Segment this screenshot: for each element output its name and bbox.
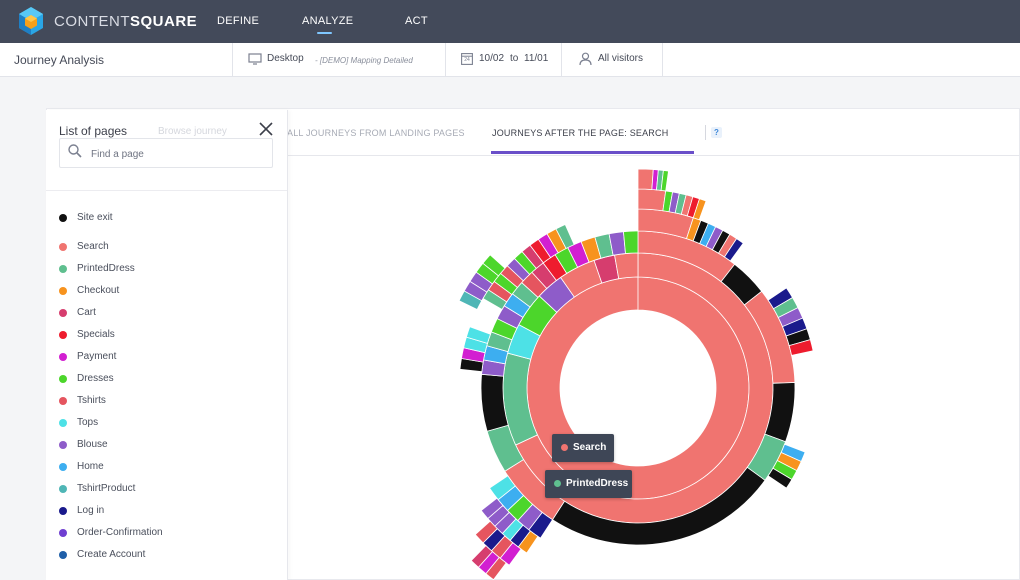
browse-journey-label: Browse journey [158, 126, 227, 137]
legend-color-dot [59, 441, 67, 449]
legend-color-dot [59, 214, 67, 222]
legend-label: Blouse [77, 439, 108, 450]
legend-color-dot [59, 529, 67, 537]
divider [445, 43, 446, 76]
calendar-icon[interactable]: 24 [461, 52, 473, 65]
tooltip-label: PrintedDress [566, 478, 629, 489]
legend-item-tshirtproduct[interactable]: TshirtProduct [59, 482, 259, 496]
divider [705, 125, 706, 140]
legend-item-cart[interactable]: Cart [59, 306, 259, 320]
page-title: Journey Analysis [14, 53, 105, 67]
contentsquare-logo-icon [19, 7, 43, 35]
legend-color-dot [59, 331, 67, 339]
legend-color-dot [59, 551, 67, 559]
legend-label: Checkout [77, 285, 120, 296]
divider [662, 43, 663, 76]
divider [46, 190, 287, 191]
legend-color-dot [59, 287, 67, 295]
legend-color-dot [59, 397, 67, 405]
legend-item-checkout[interactable]: Checkout [59, 284, 259, 298]
legend-item-dresses[interactable]: Dresses [59, 372, 259, 386]
legend-item-order-confirmation[interactable]: Order-Confirmation [59, 526, 259, 540]
date-to-word: to [510, 53, 519, 64]
user-icon [579, 52, 592, 66]
brand-name: CONTENTSQUARE [54, 13, 197, 30]
legend-item-site-exit[interactable]: Site exit [59, 211, 259, 225]
brand-name-right: SQUARE [130, 13, 198, 30]
sunburst-ring-search[interactable] [526, 276, 750, 500]
journey-tabs: ALL JOURNEYS FROM LANDING PAGES JOURNEYS… [287, 109, 1020, 156]
legend-label: Order-Confirmation [77, 527, 163, 538]
tooltip-label: Search [573, 442, 607, 453]
help-icon[interactable]: ? [711, 127, 722, 138]
legend-item-blouse[interactable]: Blouse [59, 438, 259, 452]
nav-analyze[interactable]: ANALYZE [302, 15, 353, 27]
divider [232, 43, 233, 76]
legend-label: Tshirts [77, 395, 106, 406]
legend-color-dot [59, 265, 67, 273]
close-icon[interactable] [258, 121, 274, 137]
legend-item-tshirts[interactable]: Tshirts [59, 394, 259, 408]
legend-item-home[interactable]: Home [59, 460, 259, 474]
legend-item-specials[interactable]: Specials [59, 328, 259, 342]
legend-label: Home [77, 461, 104, 472]
legend-label: Site exit [77, 212, 113, 223]
legend-label: TshirtProduct [77, 483, 136, 494]
tab-journeys-after-search[interactable]: JOURNEYS AFTER THE PAGE: SEARCH [492, 128, 668, 138]
device-selector[interactable]: Desktop [267, 53, 304, 64]
legend-label: Payment [77, 351, 117, 362]
tooltip-color-swatch [561, 444, 568, 451]
tab-all-journeys[interactable]: ALL JOURNEYS FROM LANDING PAGES [287, 128, 465, 138]
tooltip-color-swatch [554, 480, 561, 487]
legend-color-dot [59, 375, 67, 383]
journey-sunburst-chart[interactable] [287, 155, 1020, 580]
date-to[interactable]: 11/01 [524, 53, 548, 64]
legend-color-dot [59, 485, 67, 493]
chart-tooltip-search: Search [552, 434, 614, 462]
legend-color-dot [59, 243, 67, 251]
page-search-box [59, 138, 273, 168]
date-from[interactable]: 10/02 [479, 53, 504, 64]
search-input[interactable] [91, 146, 261, 162]
context-bar: Journey Analysis Desktop - [DEMO] Mappin… [0, 43, 1020, 77]
search-icon [68, 144, 82, 158]
legend-color-dot [59, 463, 67, 471]
chart-tooltip-printeddress: PrintedDress [545, 470, 632, 498]
legend-item-tops[interactable]: Tops [59, 416, 259, 430]
nav-active-indicator [317, 32, 332, 34]
calendar-day: 24 [464, 57, 470, 63]
legend-item-printeddress[interactable]: PrintedDress [59, 262, 259, 276]
legend-item-create-account[interactable]: Create Account [59, 548, 259, 562]
legend-label: Cart [77, 307, 96, 318]
legend-label: Dresses [77, 373, 114, 384]
top-navigation-bar: CONTENTSQUARE DEFINE ANALYZE ACT [0, 0, 1020, 43]
sunburst-segment[interactable] [623, 230, 639, 255]
brand-name-left: CONTENT [54, 13, 130, 30]
legend-color-dot [59, 419, 67, 427]
desktop-icon [248, 53, 262, 65]
sunburst-segment-search[interactable] [637, 188, 667, 212]
legend-color-dot [59, 507, 67, 515]
legend-label: PrintedDress [77, 263, 135, 274]
mapping-name[interactable]: - [DEMO] Mapping Detailed [315, 56, 413, 65]
legend-item-log-in[interactable]: Log in [59, 504, 259, 518]
panel-title: List of pages [59, 124, 128, 138]
nav-define[interactable]: DEFINE [217, 15, 259, 27]
legend-color-dot [59, 353, 67, 361]
sunburst-segment-search[interactable] [614, 252, 639, 280]
divider [561, 43, 562, 76]
legend-label: Search [77, 241, 109, 252]
legend-item-payment[interactable]: Payment [59, 350, 259, 364]
page-list-panel: List of pages Browse journey Site exit Se… [46, 110, 288, 580]
legend-label: Specials [77, 329, 115, 340]
legend-label: Tops [77, 417, 99, 428]
legend-label: Log in [77, 505, 105, 516]
legend-item-search[interactable]: Search [59, 240, 259, 254]
active-tab-indicator [491, 151, 694, 154]
nav-act[interactable]: ACT [405, 15, 428, 27]
sunburst-segment-search[interactable] [637, 168, 654, 190]
legend-label: Create Account [77, 549, 146, 560]
legend-color-dot [59, 309, 67, 317]
segment-selector[interactable]: All visitors [598, 53, 643, 64]
